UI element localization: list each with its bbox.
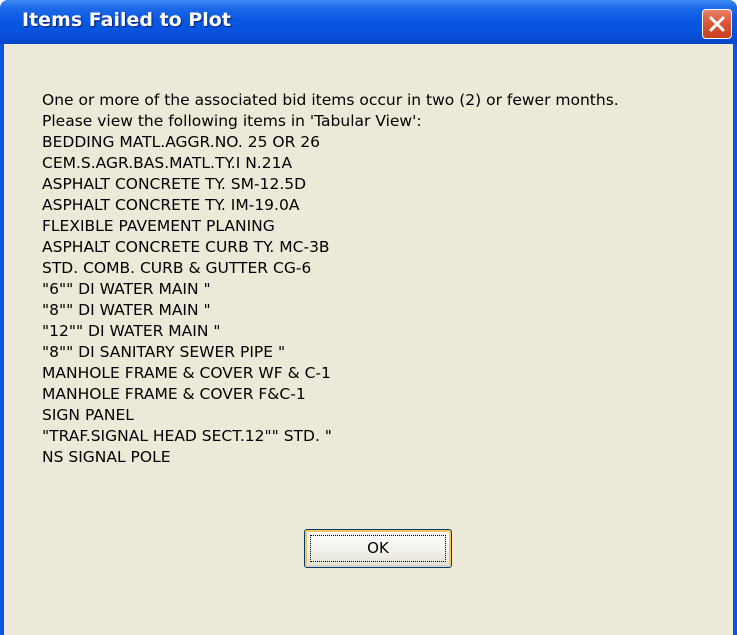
close-x-icon [709,16,725,32]
failed-item: ASPHALT CONCRETE CURB TY. MC-3B [42,238,330,256]
failed-item: SIGN PANEL [42,406,134,424]
failed-item: STD. COMB. CURB & GUTTER CG-6 [42,259,312,277]
failed-item: NS SIGNAL POLE [42,448,171,466]
message-text: One or more of the associated bid items … [42,90,619,468]
failed-item: "8"" DI WATER MAIN " [42,301,211,319]
failed-item: "6"" DI WATER MAIN " [42,280,211,298]
ok-button[interactable]: OK [304,529,452,568]
failed-item: CEM.S.AGR.BAS.MATL.TY.I N.21A [42,154,293,172]
failed-item: FLEXIBLE PAVEMENT PLANING [42,217,275,235]
failed-item: BEDDING MATL.AGGR.NO. 25 OR 26 [42,133,320,151]
failed-item: "8"" DI SANITARY SEWER PIPE " [42,343,286,361]
dialog-window: Items Failed to Plot One or more of the … [0,0,737,635]
failed-item: "12"" DI WATER MAIN " [42,322,221,340]
failed-item: "TRAF.SIGNAL HEAD SECT.12"" STD. " [42,427,332,445]
message-line: One or more of the associated bid items … [42,91,619,109]
failed-item: ASPHALT CONCRETE TY. IM-19.0A [42,196,300,214]
failed-item: ASPHALT CONCRETE TY. SM-12.5D [42,175,307,193]
close-button[interactable] [702,9,732,39]
dialog-title: Items Failed to Plot [22,9,231,31]
message-line: Please view the following items in 'Tabu… [42,112,422,130]
ok-button-label: OK [367,539,389,557]
title-bar[interactable]: Items Failed to Plot [0,0,737,44]
failed-item: MANHOLE FRAME & COVER WF & C-1 [42,364,331,382]
failed-item: MANHOLE FRAME & COVER F&C-1 [42,385,306,403]
